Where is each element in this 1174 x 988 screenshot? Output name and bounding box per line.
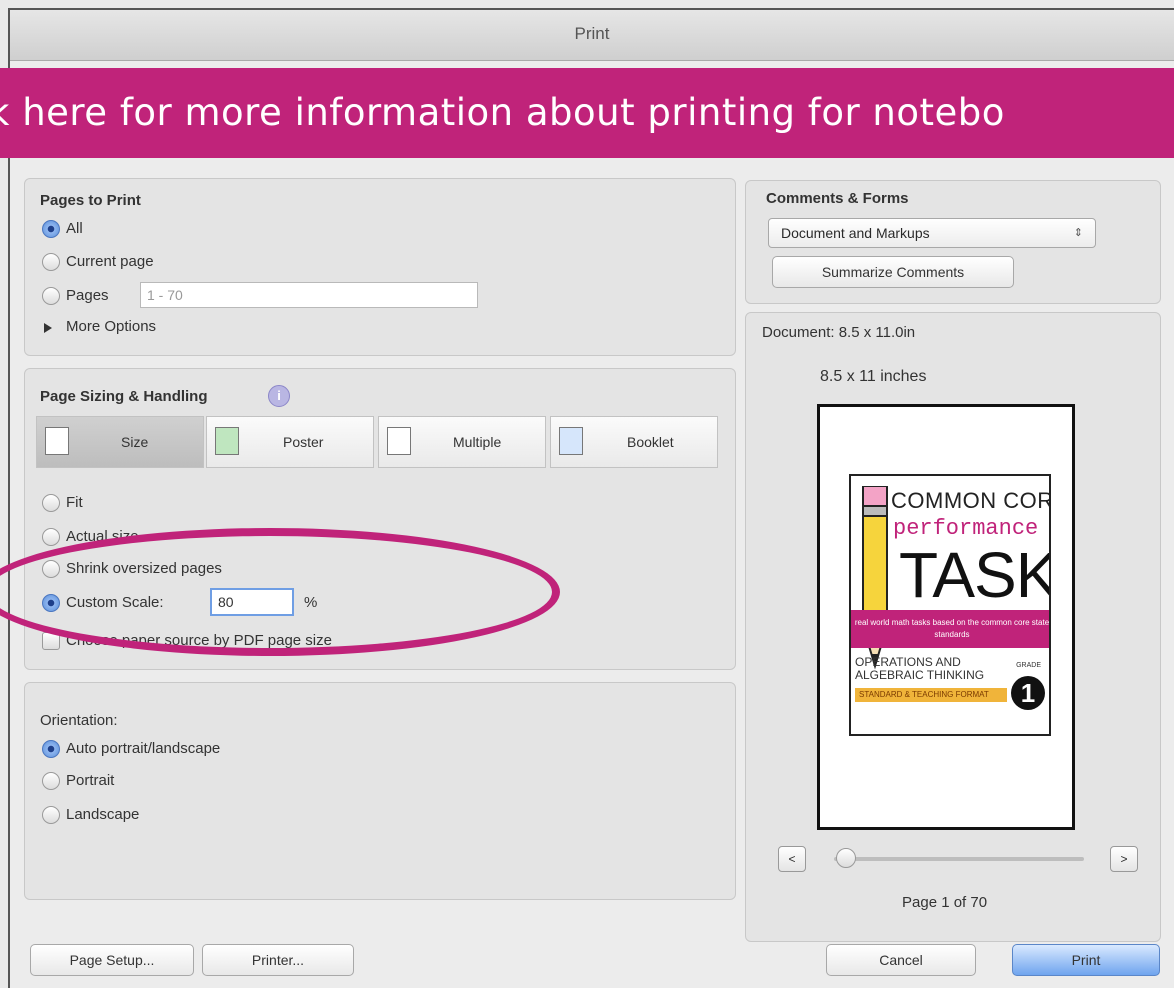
info-banner[interactable]: k here for more information about printi…: [0, 68, 1174, 158]
cover-title-1: COMMON CORE: [891, 488, 1049, 513]
tab-multiple-label: Multiple: [453, 434, 502, 450]
radio-portrait-label: Portrait: [66, 772, 115, 789]
comments-forms-select-value: Document and Markups: [781, 225, 930, 241]
document-size-label: Document: 8.5 x 11.0in: [762, 324, 916, 341]
cover-title-3: TASKS: [899, 539, 1049, 611]
cover-image: COMMON CORE performance TASKS real world…: [849, 474, 1051, 736]
tab-multiple[interactable]: Multiple: [378, 416, 546, 468]
tab-size-label: Size: [121, 434, 149, 450]
radio-current-page[interactable]: [42, 253, 60, 271]
tab-poster-label: Poster: [283, 434, 324, 450]
print-button[interactable]: Print: [1012, 944, 1160, 976]
pages-to-print-heading: Pages to Print: [40, 192, 141, 209]
window-title: Print: [574, 24, 610, 43]
banner-text: k here for more information about printi…: [0, 91, 1005, 134]
paper-size-label: 8.5 x 11 inches: [820, 368, 927, 385]
multiple-icon: [387, 427, 411, 455]
cover-grade-label: GRADE: [1016, 662, 1041, 669]
radio-current-page-label: Current page: [66, 253, 154, 270]
page-setup-button[interactable]: Page Setup...: [30, 944, 194, 976]
prev-page-button[interactable]: <: [778, 846, 806, 872]
page-indicator: Page 1 of 70: [902, 894, 988, 911]
tab-booklet[interactable]: Booklet: [550, 416, 718, 468]
radio-auto-orientation-label: Auto portrait/landscape: [66, 740, 221, 757]
cancel-button[interactable]: Cancel: [826, 944, 976, 976]
size-icon: [45, 427, 69, 455]
annotation-ellipse: [0, 528, 560, 656]
radio-fit-label: Fit: [66, 494, 83, 511]
comments-forms-select[interactable]: Document and Markups ⇕: [768, 218, 1096, 248]
cover-strip: STANDARD & TEACHING FORMAT: [855, 688, 1007, 702]
disclosure-triangle-icon[interactable]: [44, 323, 52, 333]
tab-poster[interactable]: Poster: [206, 416, 374, 468]
cover-grade: 1: [1011, 676, 1045, 710]
radio-all[interactable]: [42, 220, 60, 238]
page-slider-track[interactable]: [834, 857, 1084, 861]
info-icon[interactable]: i: [268, 385, 290, 407]
radio-portrait[interactable]: [42, 772, 60, 790]
tab-booklet-label: Booklet: [627, 434, 674, 450]
radio-auto-orientation[interactable]: [42, 740, 60, 758]
page-sizing-heading: Page Sizing & Handling: [40, 388, 208, 405]
booklet-icon: [559, 427, 583, 455]
select-arrows-icon: ⇕: [1073, 227, 1083, 239]
radio-pages-label: Pages: [66, 287, 109, 304]
radio-landscape[interactable]: [42, 806, 60, 824]
comments-forms-heading: Comments & Forms: [766, 190, 909, 207]
next-page-button[interactable]: >: [1110, 846, 1138, 872]
more-options-link[interactable]: More Options: [66, 318, 156, 335]
cover-topic: OPERATIONS AND ALGEBRAIC THINKING: [855, 655, 985, 682]
radio-actual-size[interactable]: [42, 528, 60, 546]
cover-band: real world math tasks based on the commo…: [851, 610, 1049, 648]
poster-icon: [215, 427, 239, 455]
pages-range-input[interactable]: 1 - 70: [140, 282, 478, 308]
radio-pages[interactable]: [42, 287, 60, 305]
summarize-comments-button[interactable]: Summarize Comments: [772, 256, 1014, 288]
tab-size[interactable]: Size: [36, 416, 204, 468]
radio-fit[interactable]: [42, 494, 60, 512]
radio-landscape-label: Landscape: [66, 806, 140, 823]
printer-button[interactable]: Printer...: [202, 944, 354, 976]
orientation-heading: Orientation:: [40, 712, 118, 729]
radio-all-label: All: [66, 220, 83, 237]
page-slider-knob[interactable]: [836, 848, 856, 868]
title-bar[interactable]: Print: [10, 10, 1174, 61]
orientation-panel: [24, 682, 736, 900]
